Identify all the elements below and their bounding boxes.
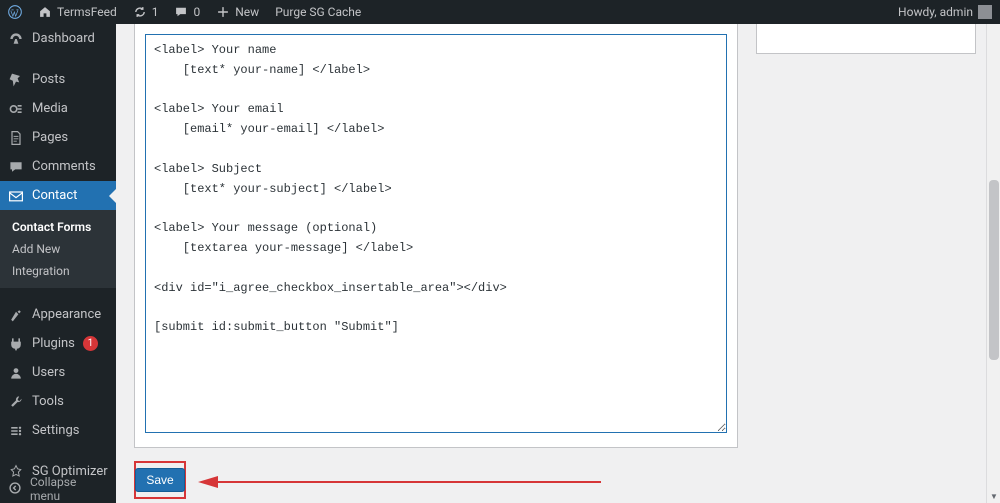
collapse-label: Collapse menu [30, 475, 108, 503]
content-area: Save [116, 24, 1000, 503]
meta-sidebar-panel [756, 24, 976, 54]
sidebar-item-media[interactable]: Media [0, 94, 116, 123]
howdy-account[interactable]: Howdy, admin [890, 0, 1000, 24]
plus-icon [216, 5, 230, 19]
sidebar-item-contact[interactable]: Contact [0, 181, 116, 210]
site-name: TermsFeed [57, 5, 117, 19]
wordpress-icon [8, 5, 22, 19]
sidebar-item-dashboard[interactable]: Dashboard [0, 24, 116, 53]
sidebar-item-label: Settings [32, 423, 79, 438]
dashboard-icon [8, 31, 24, 47]
admin-toolbar: TermsFeed 1 0 New Purge SG Cache Howdy, … [0, 0, 1000, 24]
sidebar-item-label: Tools [32, 394, 64, 409]
purge-cache-link[interactable]: Purge SG Cache [267, 0, 369, 24]
form-template-textarea[interactable] [145, 34, 727, 433]
settings-icon [8, 423, 24, 439]
user-icon [8, 365, 24, 381]
avatar [978, 5, 992, 19]
tools-icon [8, 394, 24, 410]
sidebar-item-label: Media [32, 101, 68, 116]
howdy-label: Howdy, admin [898, 5, 973, 19]
sidebar-item-label: Appearance [32, 307, 101, 322]
sidebar-submenu: Contact Forms Add New Integration [0, 210, 116, 288]
sidebar-item-label: Posts [32, 72, 65, 87]
updates-link[interactable]: 1 [125, 0, 167, 24]
save-button[interactable]: Save [135, 468, 184, 492]
sidebar-item-label: Comments [32, 159, 96, 174]
sidebar-item-label: Plugins [32, 336, 75, 351]
admin-sidebar: Dashboard Posts Media Pages Comments Con… [0, 24, 116, 503]
pin-icon [8, 72, 24, 88]
sidebar-item-label: Dashboard [32, 31, 95, 46]
page-scrollbar[interactable]: ▲ ▼ [986, 0, 1000, 503]
collapse-icon [8, 481, 22, 498]
sidebar-item-tools[interactable]: Tools [0, 387, 116, 416]
new-content-link[interactable]: New [208, 0, 267, 24]
comment-icon [8, 159, 24, 175]
sidebar-item-users[interactable]: Users [0, 358, 116, 387]
plugin-icon [8, 336, 24, 352]
plugin-update-badge: 1 [83, 336, 98, 351]
refresh-icon [133, 5, 147, 19]
scrollbar-thumb[interactable] [989, 180, 999, 360]
sidebar-item-plugins[interactable]: Plugins 1 [0, 329, 116, 358]
annotation-arrow [196, 474, 606, 490]
wp-logo[interactable] [0, 0, 30, 24]
new-label: New [235, 5, 259, 19]
appearance-icon [8, 307, 24, 323]
page-icon [8, 130, 24, 146]
scroll-down-icon[interactable]: ▼ [987, 489, 1000, 503]
sidebar-item-pages[interactable]: Pages [0, 123, 116, 152]
home-icon [38, 5, 52, 19]
mail-icon [8, 188, 24, 204]
form-editor-panel [134, 24, 738, 448]
site-name-link[interactable]: TermsFeed [30, 0, 125, 24]
sidebar-item-appearance[interactable]: Appearance [0, 300, 116, 329]
updates-count: 1 [152, 5, 159, 19]
sidebar-item-comments[interactable]: Comments [0, 152, 116, 181]
sidebar-item-label: Users [32, 365, 65, 380]
comment-icon [174, 5, 188, 19]
collapse-menu[interactable]: Collapse menu [0, 475, 116, 503]
submenu-item-contact-forms[interactable]: Contact Forms [0, 216, 116, 238]
comments-count: 0 [193, 5, 200, 19]
media-icon [8, 101, 24, 117]
save-highlight: Save [134, 461, 186, 499]
sidebar-item-label: Contact [32, 188, 77, 203]
purge-cache-label: Purge SG Cache [275, 5, 361, 19]
comments-link[interactable]: 0 [166, 0, 208, 24]
submenu-item-integration[interactable]: Integration [0, 260, 116, 282]
sidebar-item-settings[interactable]: Settings [0, 416, 116, 445]
sidebar-item-posts[interactable]: Posts [0, 65, 116, 94]
sidebar-item-label: Pages [32, 130, 68, 145]
submenu-item-add-new[interactable]: Add New [0, 238, 116, 260]
